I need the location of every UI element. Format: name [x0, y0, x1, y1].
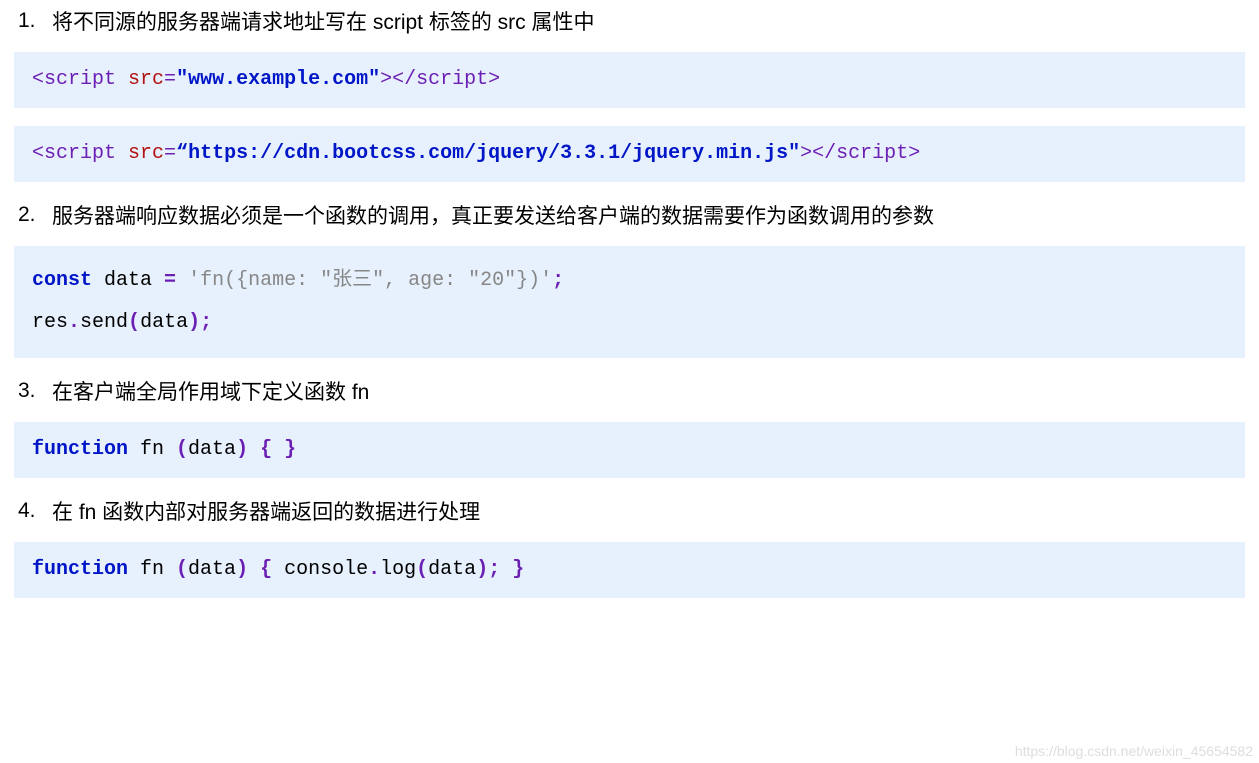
step-3-heading: 3. 在客户端全局作用域下定义函数 fn — [18, 376, 1245, 406]
step-2-number: 2. — [18, 203, 52, 227]
step-1: 1. 将不同源的服务器端请求地址写在 script 标签的 src 属性中 <s… — [14, 6, 1245, 182]
step-2-heading: 2. 服务器端响应数据必须是一个函数的调用，真正要发送给客户端的数据需要作为函数… — [18, 200, 1245, 230]
step-3-text: 在客户端全局作用域下定义函数 fn — [52, 376, 369, 406]
step-3-code-1: function fn (data) { } — [14, 422, 1245, 478]
step-1-number: 1. — [18, 9, 52, 33]
step-1-code-1: <script src="www.example.com"></script> — [14, 52, 1245, 108]
watermark: https://blog.csdn.net/weixin_45654582 — [1015, 743, 1253, 759]
step-3-number: 3. — [18, 379, 52, 403]
step-1-text: 将不同源的服务器端请求地址写在 script 标签的 src 属性中 — [52, 6, 595, 36]
step-2-text: 服务器端响应数据必须是一个函数的调用，真正要发送给客户端的数据需要作为函数调用的… — [52, 200, 934, 230]
step-4-code-1: function fn (data) { console.log(data); … — [14, 542, 1245, 598]
step-4-heading: 4. 在 fn 函数内部对服务器端返回的数据进行处理 — [18, 496, 1245, 526]
step-list: 1. 将不同源的服务器端请求地址写在 script 标签的 src 属性中 <s… — [14, 6, 1245, 598]
step-2: 2. 服务器端响应数据必须是一个函数的调用，真正要发送给客户端的数据需要作为函数… — [14, 200, 1245, 358]
step-4-number: 4. — [18, 499, 52, 523]
step-1-code-2: <script src=“https://cdn.bootcss.com/jqu… — [14, 126, 1245, 182]
step-1-heading: 1. 将不同源的服务器端请求地址写在 script 标签的 src 属性中 — [18, 6, 1245, 36]
step-3: 3. 在客户端全局作用域下定义函数 fn function fn (data) … — [14, 376, 1245, 478]
step-2-code-1: const data = 'fn({name: "张三", age: "20"}… — [14, 246, 1245, 358]
step-4: 4. 在 fn 函数内部对服务器端返回的数据进行处理 function fn (… — [14, 496, 1245, 598]
step-4-text: 在 fn 函数内部对服务器端返回的数据进行处理 — [52, 496, 480, 526]
